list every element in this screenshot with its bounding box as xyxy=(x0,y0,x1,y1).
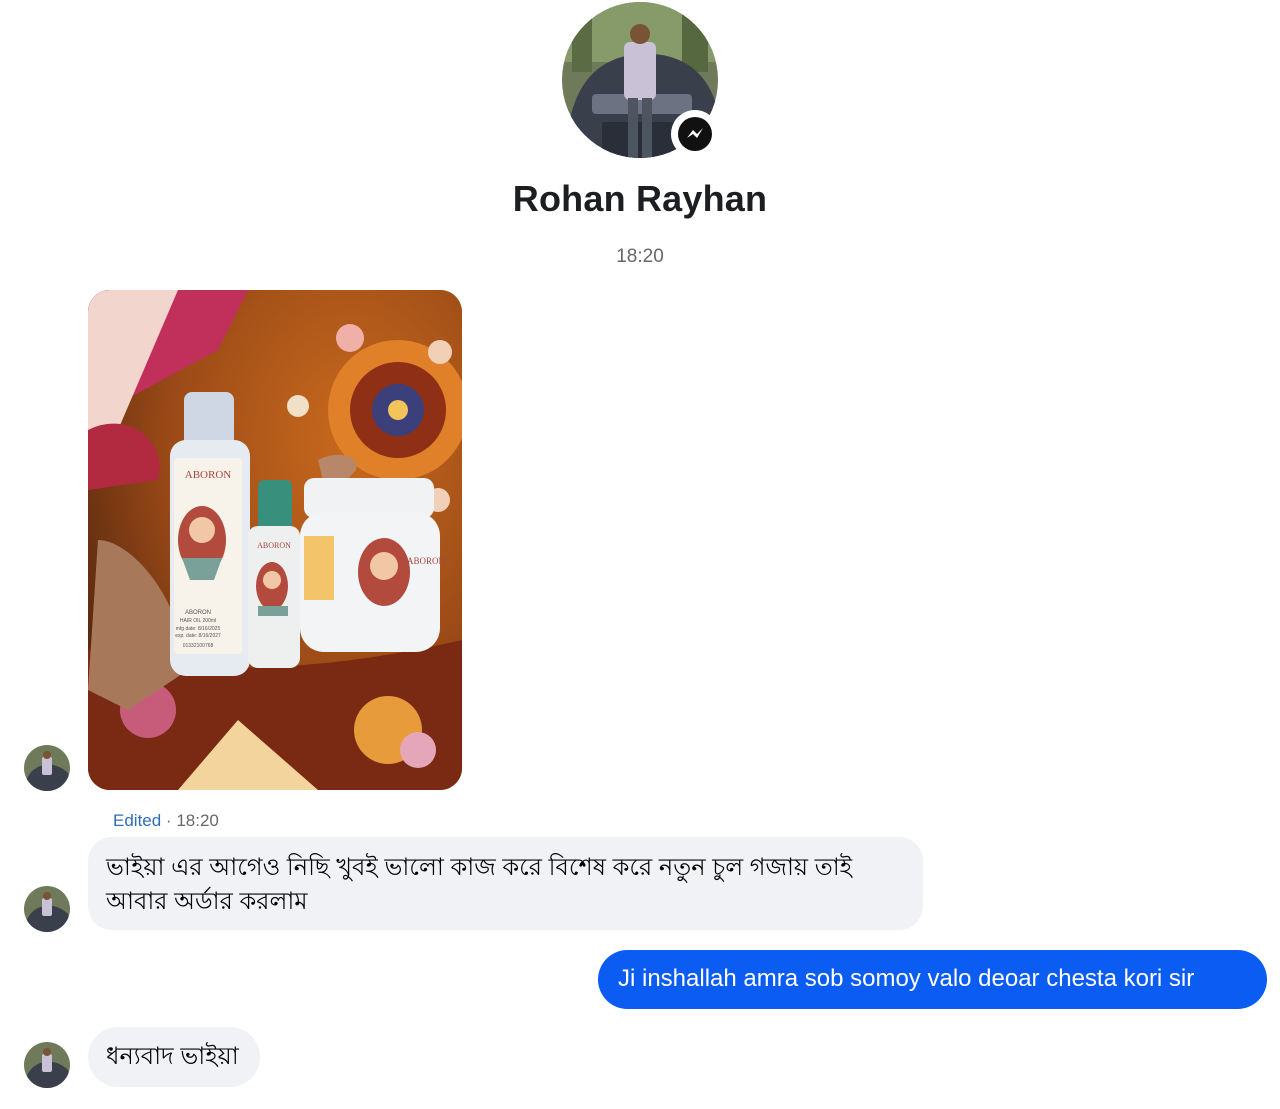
incoming-message-bubble[interactable]: ভাইয়া এর আগেও নিছি খুবই ভালো কাজ করে বি… xyxy=(88,837,923,930)
messenger-badge-icon xyxy=(671,110,719,158)
meta-separator: · xyxy=(161,811,177,830)
product-label-jar: ABORON xyxy=(407,556,446,566)
product-phone-text: 01332100768 xyxy=(183,643,214,649)
conversation-timestamp: 18:20 xyxy=(616,246,664,267)
edited-time: 18:20 xyxy=(176,811,219,830)
edited-meta: Edited · 18:20 xyxy=(113,811,219,831)
sender-avatar[interactable] xyxy=(24,1042,70,1088)
outgoing-message-bubble[interactable]: Ji inshallah amra sob somoy valo deoar c… xyxy=(598,950,1267,1009)
product-label-small: ABORON xyxy=(257,541,291,550)
product-type-text: HAIR OIL 200ml xyxy=(180,618,216,624)
contact-name[interactable]: Rohan Rayhan xyxy=(0,178,1280,220)
product-line-text: ABORON xyxy=(185,610,211,616)
product-mfg-text: mfg date: 8/16/2025 xyxy=(176,626,221,632)
sender-avatar[interactable] xyxy=(24,745,70,791)
photo-message[interactable]: ABORON ABORON HAIR OIL 200ml mfg date: 8… xyxy=(88,290,462,790)
sender-avatar[interactable] xyxy=(24,886,70,932)
conversation-view: Rohan Rayhan 18:20 ABORON ABORON HAIR OI… xyxy=(0,0,1280,1109)
incoming-message-bubble[interactable]: ধন্যবাদ ভাইয়া xyxy=(88,1027,260,1087)
product-exp-text: exp. date: 8/16/2027 xyxy=(175,633,221,639)
edited-label[interactable]: Edited xyxy=(113,811,161,830)
product-label-big: ABORON xyxy=(185,469,232,481)
